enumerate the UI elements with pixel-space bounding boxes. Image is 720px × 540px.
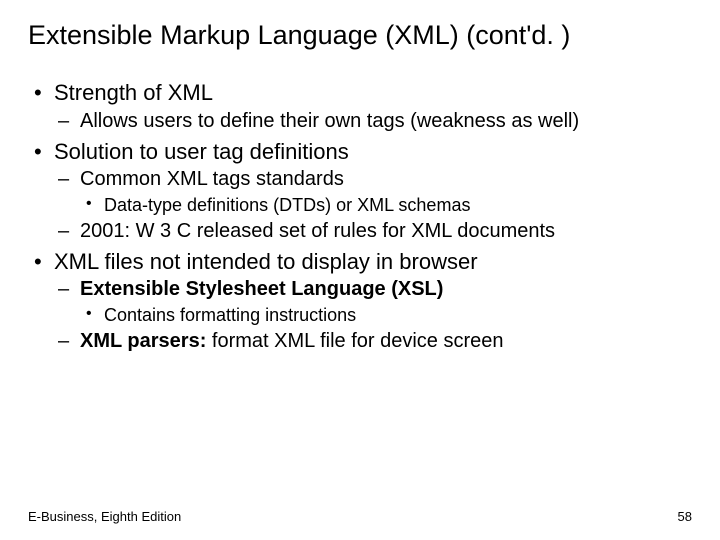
bullet-text-bold: XML parsers: [80,330,206,352]
bullet-text: Contains formatting instructions [104,305,356,325]
bullet-list: Strength of XML Allows users to define t… [28,79,692,354]
bullet-text: XML files not intended to display in bro… [54,249,478,274]
bullet-strength: Strength of XML Allows users to define t… [28,79,692,134]
bullet-text: format XML file for device screen [206,330,503,352]
bullet-w3c: 2001: W 3 C released set of rules for XM… [54,219,692,244]
footer: E-Business, Eighth Edition 58 [28,509,692,524]
bullet-text: Solution to user tag definitions [54,139,349,164]
slide-title: Extensible Markup Language (XML) (cont'd… [28,20,692,51]
footer-left: E-Business, Eighth Edition [28,509,181,524]
bullet-allows-tags: Allows users to define their own tags (w… [54,109,692,134]
bullet-solution: Solution to user tag definitions Common … [28,138,692,244]
bullet-text: Strength of XML [54,80,213,105]
bullet-dtd-schemas: Data-type definitions (DTDs) or XML sche… [80,194,692,217]
bullet-xsl: Extensible Stylesheet Language (XSL) Con… [54,277,692,327]
bullet-formatting: Contains formatting instructions [80,304,692,327]
bullet-not-display: XML files not intended to display in bro… [28,248,692,354]
bullet-text: 2001: W 3 C released set of rules for XM… [80,220,555,242]
bullet-parsers: XML parsers: format XML file for device … [54,329,692,354]
bullet-text: Extensible Stylesheet Language (XSL) [80,278,443,300]
bullet-common-standards: Common XML tags standards Data-type defi… [54,167,692,217]
bullet-text: Data-type definitions (DTDs) or XML sche… [104,195,470,215]
bullet-text: Allows users to define their own tags (w… [80,110,579,132]
bullet-text: Common XML tags standards [80,168,344,190]
slide: Extensible Markup Language (XML) (cont'd… [0,0,720,354]
footer-page-number: 58 [678,509,692,524]
